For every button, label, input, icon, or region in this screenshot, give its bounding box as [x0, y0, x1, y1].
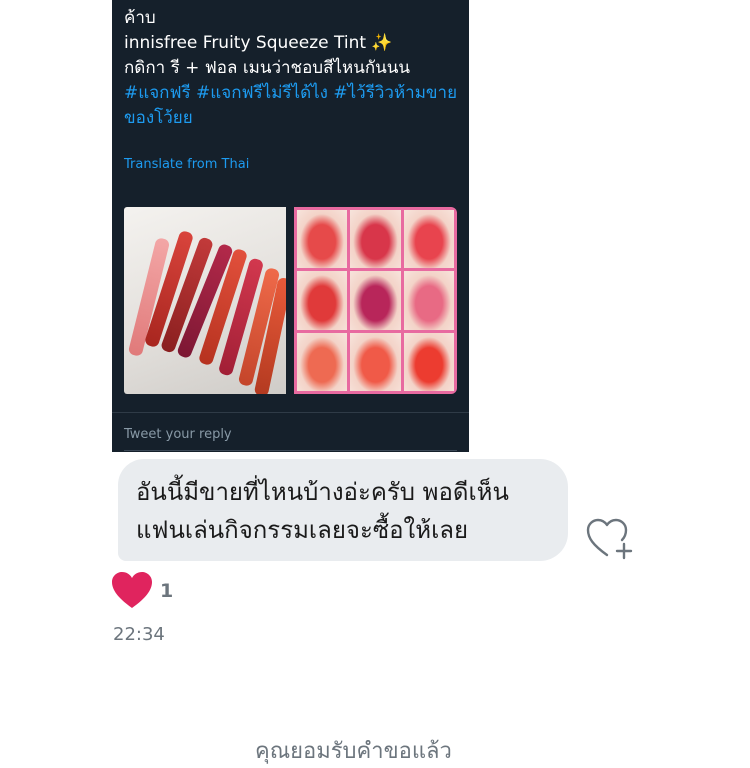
reaction-count: 1 — [160, 580, 174, 602]
tweet-text: ค้าบ innisfree Fruity Squeeze Tint ✨ กดิ… — [124, 6, 459, 131]
translate-link: Translate from Thai — [124, 157, 250, 172]
tweet-reply-field: Tweet your reply — [124, 427, 232, 442]
request-accepted-notice: คุณยอมรับคำขอแล้ว — [255, 739, 452, 764]
heart-reaction-icon[interactable] — [110, 570, 154, 610]
tweet-divider — [112, 412, 469, 413]
tweet-line-1: ค้าบ — [124, 8, 156, 28]
lip-tint-tubes-photo — [124, 207, 286, 394]
message-text: อันนี้มีขายที่ไหนบ้างอ่ะครับ พอดีเห็น แฟ… — [136, 473, 566, 549]
message-line-1: อันนี้มีขายที่ไหนบ้างอ่ะครับ พอดีเห็น — [136, 478, 509, 506]
message-timestamp: 22:34 — [113, 624, 165, 645]
tweet-line-2: innisfree Fruity Squeeze Tint ✨ — [124, 33, 393, 53]
add-reaction-heart-icon[interactable] — [585, 517, 635, 561]
tweet-hashtags: #แจกฟรี #แจกฟรีไม่รีได้ไง #ไว้รีวิวห้ามข… — [124, 83, 458, 128]
lip-swatch-grid-photo — [294, 207, 457, 394]
reply-underline — [124, 450, 457, 451]
message-line-2: แฟนเล่นกิจกรรมเลยจะซื้อให้เลย — [136, 516, 469, 544]
tweet-line-3: กดิกา รี + ฟอล เมนว่าชอบสีไหนกันนน — [124, 58, 411, 78]
tweet-screenshot-image[interactable]: ค้าบ innisfree Fruity Squeeze Tint ✨ กดิ… — [112, 0, 469, 452]
